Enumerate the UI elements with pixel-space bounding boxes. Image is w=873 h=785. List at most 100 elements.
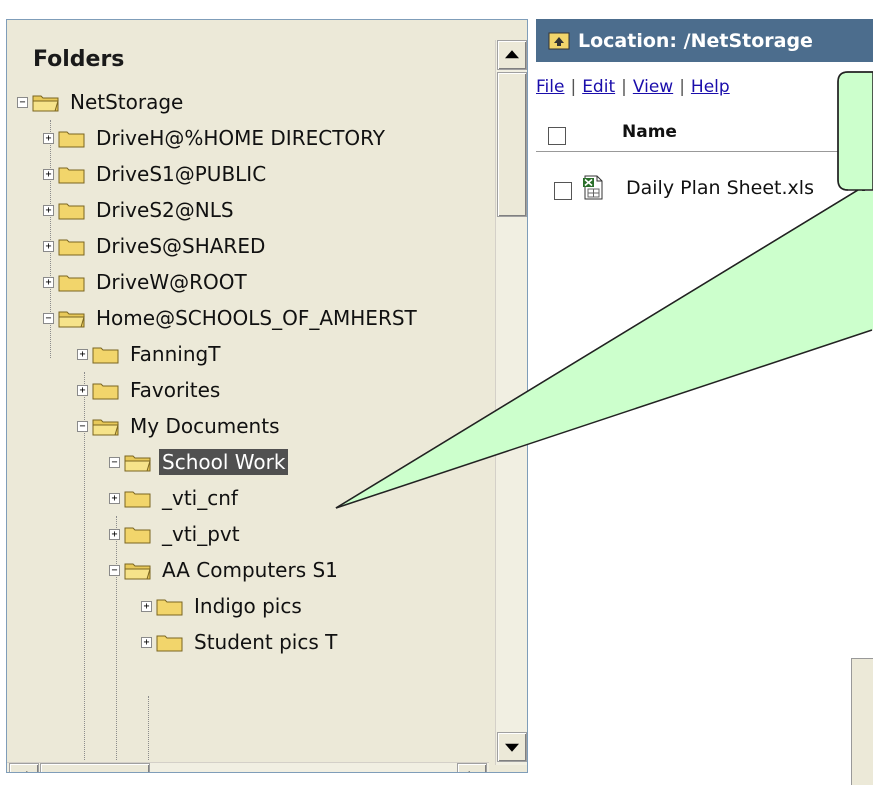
- folder-icon: [58, 236, 86, 256]
- folder-icon: [156, 632, 184, 652]
- menu-edit[interactable]: Edit: [582, 77, 615, 97]
- tree-item-label: NetStorage: [70, 90, 184, 114]
- select-all-checkbox[interactable]: [548, 127, 566, 145]
- tree-item-label-selected: School Work: [159, 449, 289, 475]
- partial-window-frame: [851, 658, 873, 785]
- menu-separator: |: [679, 77, 685, 97]
- expand-icon[interactable]: +: [43, 168, 54, 180]
- folders-header: Folders: [33, 47, 125, 72]
- file-name[interactable]: Daily Plan Sheet.xls: [626, 177, 814, 199]
- tree-item-fanningt[interactable]: + FanningT: [77, 336, 223, 372]
- tree-item-driveh[interactable]: + DriveH@%HOME DIRECTORY: [43, 120, 388, 156]
- folder-pane: Folders − NetStorage + DriveH@%HOME DIRE…: [0, 0, 530, 785]
- open-folder-icon: [32, 92, 60, 112]
- expand-icon[interactable]: +: [43, 132, 54, 144]
- tree-item-drives[interactable]: + DriveS@SHARED: [43, 228, 268, 264]
- tree-item-indigo-pics[interactable]: + Indigo pics: [141, 588, 305, 624]
- file-checkbox[interactable]: [554, 182, 572, 200]
- collapse-icon[interactable]: −: [43, 312, 54, 324]
- folder-icon: [58, 164, 86, 184]
- horizontal-scrollbar[interactable]: [7, 762, 489, 772]
- folder-icon: [124, 524, 152, 544]
- folder-icon: [92, 380, 120, 400]
- menu-bar: File | Edit | View | Help: [536, 77, 730, 97]
- collapse-icon[interactable]: −: [109, 456, 120, 468]
- tree-item-aa-computers-s1[interactable]: − AA Computers S1: [109, 552, 341, 588]
- scroll-up-button[interactable]: [497, 40, 527, 70]
- menu-file[interactable]: File: [536, 77, 564, 97]
- menu-help[interactable]: Help: [691, 77, 730, 97]
- tree-item-label: AA Computers S1: [162, 558, 338, 582]
- open-folder-icon: [92, 416, 120, 436]
- folder-icon: [124, 488, 152, 508]
- tree-item-label: DriveS2@NLS: [96, 198, 234, 222]
- tree-item-vti-pvt[interactable]: + _vti_pvt: [109, 516, 243, 552]
- tree-item-label: DriveS1@PUBLIC: [96, 162, 267, 186]
- tree-item-student-pics[interactable]: + Student pics T: [141, 624, 340, 660]
- excel-file-icon: [583, 175, 603, 200]
- tree-item-vti-cnf[interactable]: + _vti_cnf: [109, 480, 241, 516]
- name-column-header[interactable]: Name: [622, 122, 677, 142]
- file-pane: Location: /NetStorage File | Edit | View | Hel…: [536, 19, 873, 785]
- folder-icon: [156, 596, 184, 616]
- folder-icon: [58, 128, 86, 148]
- folder-tree-frame: Folders − NetStorage + DriveH@%HOME DIRE…: [6, 19, 528, 773]
- folder-tree: − NetStorage + DriveH@%HOME DIRECTORY + …: [7, 84, 495, 761]
- folder-icon: [58, 200, 86, 220]
- arrow-left-icon: [19, 771, 28, 772]
- scroll-right-button[interactable]: [457, 763, 487, 772]
- up-folder-icon[interactable]: [548, 31, 570, 50]
- tree-item-drives2[interactable]: + DriveS2@NLS: [43, 192, 237, 228]
- location-path: Location: /NetStorage: [578, 29, 813, 52]
- arrow-right-icon: [468, 771, 477, 772]
- folder-icon: [92, 344, 120, 364]
- tree-item-label: DriveH@%HOME DIRECTORY: [96, 126, 385, 150]
- expand-icon[interactable]: +: [43, 204, 54, 216]
- collapse-icon[interactable]: −: [109, 564, 120, 576]
- tree-item-label: DriveS@SHARED: [96, 234, 266, 258]
- tree-item-home[interactable]: − Home@SCHOOLS_OF_AMHERST: [43, 300, 420, 336]
- expand-icon[interactable]: +: [77, 348, 88, 360]
- file-row[interactable]: Daily Plan Sheet.xls: [536, 169, 873, 209]
- tree-item-favorites[interactable]: + Favorites: [77, 372, 223, 408]
- expand-icon[interactable]: +: [141, 636, 152, 648]
- menu-separator: |: [621, 77, 627, 97]
- tree-item-label: My Documents: [130, 414, 280, 438]
- expand-icon[interactable]: +: [141, 600, 152, 612]
- tree-item-label: Favorites: [130, 378, 221, 402]
- tree-item-netstorage[interactable]: − NetStorage: [17, 84, 186, 120]
- scroll-down-button[interactable]: [497, 732, 527, 762]
- arrow-up-icon: [505, 50, 519, 59]
- tree-item-drives1[interactable]: + DriveS1@PUBLIC: [43, 156, 269, 192]
- collapse-icon[interactable]: −: [17, 96, 28, 108]
- open-folder-icon: [58, 308, 86, 328]
- expand-icon[interactable]: +: [77, 384, 88, 396]
- tree-item-label: Student pics T: [194, 630, 338, 654]
- tree-item-label: _vti_pvt: [162, 522, 240, 546]
- tree-item-label: Home@SCHOOLS_OF_AMHERST: [96, 306, 417, 330]
- expand-icon[interactable]: +: [43, 276, 54, 288]
- tree-item-label: _vti_cnf: [162, 486, 238, 510]
- open-folder-icon: [124, 560, 152, 580]
- expand-icon[interactable]: +: [109, 528, 120, 540]
- location-bar: Location: /NetStorage: [536, 19, 873, 62]
- vertical-scrollbar[interactable]: [495, 40, 527, 765]
- file-list-header: Name: [536, 119, 873, 152]
- scroll-left-button[interactable]: [9, 763, 39, 772]
- tree-item-my-documents[interactable]: − My Documents: [77, 408, 282, 444]
- tree-item-school-work[interactable]: − School Work: [109, 444, 289, 480]
- tree-item-label: Indigo pics: [194, 594, 302, 618]
- arrow-down-icon: [505, 743, 519, 752]
- open-folder-icon: [124, 452, 152, 472]
- scrollbar-corner: [495, 765, 527, 772]
- tree-item-label: DriveW@ROOT: [96, 270, 247, 294]
- vertical-scroll-thumb[interactable]: [497, 72, 527, 217]
- folder-icon: [58, 272, 86, 292]
- expand-icon[interactable]: +: [43, 240, 54, 252]
- collapse-icon[interactable]: −: [77, 420, 88, 432]
- menu-separator: |: [570, 77, 577, 97]
- tree-item-drivew[interactable]: + DriveW@ROOT: [43, 264, 250, 300]
- menu-view[interactable]: View: [633, 77, 673, 97]
- expand-icon[interactable]: +: [109, 492, 120, 504]
- horizontal-scroll-thumb[interactable]: [40, 763, 150, 772]
